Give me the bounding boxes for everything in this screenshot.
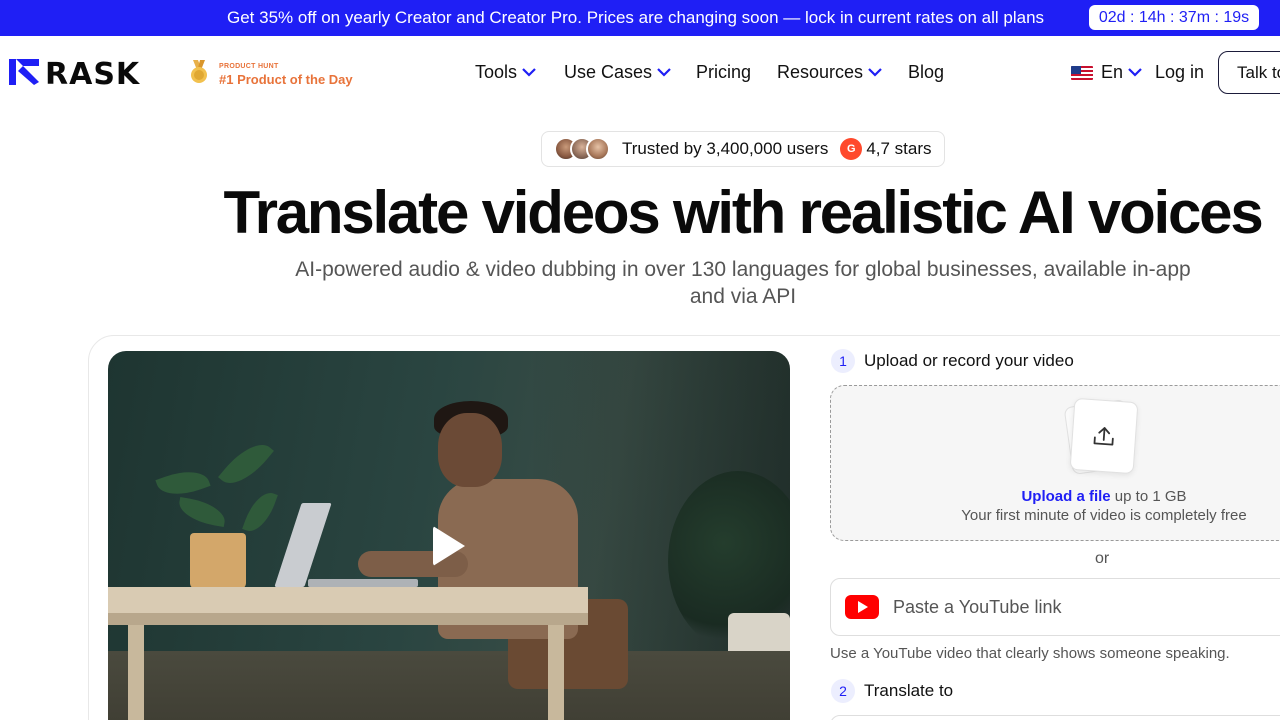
chevron-down-icon xyxy=(868,68,882,77)
g2-icon: G xyxy=(840,138,863,160)
trust-users-text: Trusted by 3,400,000 users xyxy=(622,139,829,158)
nav-pricing-label: Pricing xyxy=(696,62,752,82)
chevron-down-icon xyxy=(522,68,536,77)
video-table-leg xyxy=(548,625,564,720)
or-divider: or xyxy=(1095,550,1110,567)
nav-tools-label: Tools xyxy=(475,62,518,82)
upload-limit-text: up to 1 GB xyxy=(1110,488,1187,505)
talk-to-sales-button[interactable]: Talk to xyxy=(1218,51,1280,94)
promo-text: Get 35% off on yearly Creator and Creato… xyxy=(227,8,1045,27)
language-selector[interactable]: En xyxy=(1071,62,1142,83)
video-leaf xyxy=(242,487,278,537)
upload-icon[interactable] xyxy=(1069,397,1139,475)
video-floor xyxy=(108,651,790,720)
nav-resources[interactable]: Resources xyxy=(777,62,882,83)
upload-free-note: Your first minute of video is completely… xyxy=(961,507,1247,524)
video-table-front xyxy=(108,613,588,625)
video-person-head xyxy=(438,413,502,487)
product-hunt-badge[interactable]: PRODUCT HUNT #1 Product of the Day xyxy=(189,60,353,89)
video-leaf xyxy=(176,496,228,528)
video-leaf xyxy=(218,434,274,494)
trust-badge: Trusted by 3,400,000 users G 4,7 stars xyxy=(541,131,945,167)
step-1-number: 1 xyxy=(831,349,855,373)
youtube-link-input[interactable] xyxy=(893,596,1253,618)
chevron-down-icon xyxy=(657,68,671,77)
hero-title: Translate videos with realistic AI voice… xyxy=(223,179,1263,246)
nav-blog[interactable]: Blog xyxy=(908,62,944,83)
step-2: 2 Translate to xyxy=(831,679,953,703)
upload-file-link[interactable]: Upload a file xyxy=(1021,488,1110,505)
youtube-hint: Use a YouTube video that clearly shows s… xyxy=(830,645,1230,662)
logo[interactable]: RASK xyxy=(9,59,140,90)
avatar xyxy=(586,137,610,161)
nav-use-cases-label: Use Cases xyxy=(564,62,653,82)
nav-blog-label: Blog xyxy=(908,62,945,82)
video-laptop-base xyxy=(308,579,418,587)
countdown-timer: 02d : 14h : 37m : 19s xyxy=(1089,5,1259,30)
medal-icon xyxy=(189,60,209,89)
login-link[interactable]: Log in xyxy=(1155,62,1204,83)
trust-stars-text: 4,7 stars xyxy=(866,139,932,158)
video-table-top xyxy=(108,587,588,613)
play-icon[interactable] xyxy=(433,526,465,566)
nav-use-cases[interactable]: Use Cases xyxy=(564,62,671,83)
product-hunt-award: #1 Product of the Day xyxy=(219,72,353,87)
product-hunt-label: PRODUCT HUNT xyxy=(219,63,279,70)
chevron-down-icon xyxy=(1128,68,1142,77)
talk-button-label: Talk to xyxy=(1237,62,1280,82)
target-language-select[interactable] xyxy=(830,715,1280,720)
youtube-icon xyxy=(845,595,879,619)
nav-tools[interactable]: Tools xyxy=(475,62,536,83)
video-laptop xyxy=(274,503,332,587)
nav-pricing[interactable]: Pricing xyxy=(696,62,751,83)
site-header: RASK PRODUCT HUNT #1 Product of the Day … xyxy=(0,36,1280,108)
logo-text: RASK xyxy=(45,56,141,92)
rask-logo-icon xyxy=(9,59,39,90)
upload-instructions: Upload a file up to 1 GB xyxy=(830,488,1280,505)
video-table-leg xyxy=(128,625,144,720)
user-avatars xyxy=(554,137,610,161)
video-pot xyxy=(190,533,246,589)
step-1-label: Upload or record your video xyxy=(864,351,1074,370)
step-1: 1 Upload or record your video xyxy=(831,349,1074,373)
language-label: En xyxy=(1101,62,1124,82)
step-2-number: 2 xyxy=(831,679,855,703)
step-2-label: Translate to xyxy=(864,681,954,700)
promo-banner[interactable]: Get 35% off on yearly Creator and Creato… xyxy=(0,0,1280,36)
us-flag-icon xyxy=(1071,65,1093,80)
hero-subtitle: AI-powered audio & video dubbing in over… xyxy=(295,258,1191,308)
nav-resources-label: Resources xyxy=(777,62,864,82)
youtube-link-field[interactable] xyxy=(830,578,1280,636)
